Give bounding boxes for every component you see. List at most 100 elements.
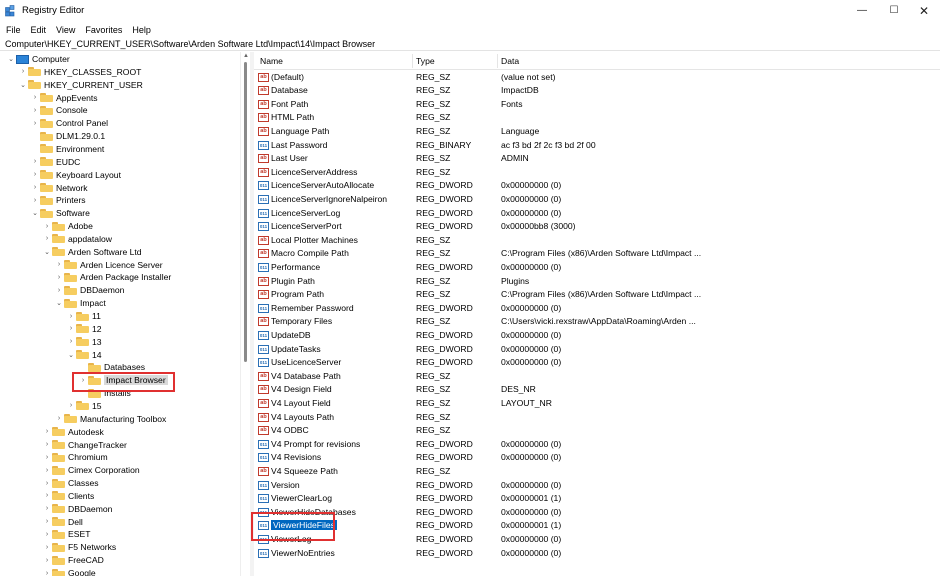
scroll-up-arrow-icon[interactable]: ▲	[243, 53, 249, 59]
menu-view[interactable]: View	[56, 25, 75, 35]
close-button[interactable]: ✕	[904, 0, 940, 22]
chevron-right-icon[interactable]: ›	[42, 505, 52, 512]
tree-node[interactable]: › DBDaemon	[54, 284, 125, 296]
tree-scrollbar-thumb[interactable]	[244, 62, 247, 362]
chevron-right-icon[interactable]: ›	[30, 184, 40, 191]
tree-node[interactable]: ⌄ HKEY_CURRENT_USER	[18, 79, 143, 91]
chevron-right-icon[interactable]: ›	[42, 454, 52, 461]
value-row[interactable]: ab V4 ODBC REG_SZ	[254, 424, 940, 438]
value-row[interactable]: ab Local Plotter Machines REG_SZ	[254, 234, 940, 248]
menu-edit[interactable]: Edit	[31, 25, 47, 35]
tree-node[interactable]: › Arden Licence Server	[54, 259, 163, 271]
value-row[interactable]: ab Plugin Path REG_SZ Plugins	[254, 275, 940, 289]
tree-node[interactable]: › ESET	[42, 528, 91, 540]
value-row[interactable]: 011 LicenceServerPort REG_DWORD 0x00000bb8 …	[254, 220, 940, 234]
value-row[interactable]: ab V4 Design Field REG_SZ DES_NR	[254, 383, 940, 397]
tree-node[interactable]: Environment	[30, 143, 104, 155]
value-row[interactable]: ab HTML Path REG_SZ	[254, 111, 940, 125]
value-row[interactable]: 011 V4 Prompt for revisions REG_DWORD 0x000…	[254, 438, 940, 452]
value-row[interactable]: ab V4 Database Path REG_SZ	[254, 370, 940, 384]
tree-node[interactable]: › Manufacturing Toolbox	[54, 413, 166, 425]
chevron-down-icon[interactable]: ⌄	[30, 209, 40, 217]
menu-help[interactable]: Help	[132, 25, 151, 35]
value-row[interactable]: 011 LicenceServerIgnoreNalpeiron REG_DWORD…	[254, 193, 940, 207]
value-row[interactable]: ab Program Path REG_SZ C:\Program Files (x8…	[254, 288, 940, 302]
tree-node[interactable]: › Arden Package Installer	[54, 271, 171, 283]
chevron-right-icon[interactable]: ›	[30, 197, 40, 204]
menu-favorites[interactable]: Favorites	[85, 25, 122, 35]
chevron-right-icon[interactable]: ›	[30, 120, 40, 127]
value-row[interactable]: 011 ViewerHideFiles REG_DWORD 0x00000001 (1…	[254, 519, 940, 533]
tree-node[interactable]: DLM1.29.0.1	[30, 130, 105, 142]
tree-node[interactable]: › Printers	[30, 194, 86, 206]
column-header-name[interactable]: Name	[260, 56, 283, 66]
column-divider[interactable]	[497, 54, 498, 68]
value-row[interactable]: ab Database REG_SZ ImpactDB	[254, 84, 940, 98]
tree-node[interactable]: ⌄ Computer	[6, 53, 70, 65]
chevron-right-icon[interactable]: ›	[30, 171, 40, 178]
chevron-right-icon[interactable]: ›	[66, 402, 76, 409]
value-row[interactable]: 011 Remember Password REG_DWORD 0x00000000 …	[254, 302, 940, 316]
value-row[interactable]: ab V4 Layout Field REG_SZ LAYOUT_NR	[254, 397, 940, 411]
chevron-down-icon[interactable]: ⌄	[42, 248, 52, 256]
tree-node[interactable]: › Classes	[42, 477, 99, 489]
tree-node[interactable]: › Keyboard Layout	[30, 169, 121, 181]
tree-node[interactable]: › Chromium	[42, 451, 108, 463]
value-row[interactable]: 011 LicenceServerLog REG_DWORD 0x00000000 (…	[254, 207, 940, 221]
chevron-right-icon[interactable]: ›	[30, 94, 40, 101]
tree-node[interactable]: › Dell	[42, 516, 83, 528]
chevron-right-icon[interactable]: ›	[42, 557, 52, 564]
value-row[interactable]: 011 Last Password REG_BINARY ac f3 bd 2f 2c…	[254, 139, 940, 153]
tree-node[interactable]: › ChangeTracker	[42, 439, 127, 451]
chevron-down-icon[interactable]: ⌄	[6, 55, 16, 63]
value-row[interactable]: 011 Performance REG_DWORD 0x00000000 (0)	[254, 261, 940, 275]
column-divider[interactable]	[412, 54, 413, 68]
value-row[interactable]: ab Last User REG_SZ ADMIN	[254, 152, 940, 166]
tree-node[interactable]: › Control Panel	[30, 117, 108, 129]
chevron-right-icon[interactable]: ›	[30, 158, 40, 165]
value-row[interactable]: ab Macro Compile Path REG_SZ C:\Program Fil…	[254, 247, 940, 261]
chevron-down-icon[interactable]: ⌄	[54, 299, 64, 307]
tree-node[interactable]: › HKEY_CLASSES_ROOT	[18, 66, 142, 78]
chevron-right-icon[interactable]: ›	[54, 261, 64, 268]
tree-node[interactable]: › 15	[66, 400, 102, 412]
tree-node[interactable]: › Network	[30, 182, 88, 194]
chevron-right-icon[interactable]: ›	[54, 274, 64, 281]
value-row[interactable]: 011 V4 Revisions REG_DWORD 0x00000000 (0)	[254, 451, 940, 465]
tree-node[interactable]: › Cimex Corporation	[42, 464, 140, 476]
chevron-down-icon[interactable]: ⌄	[18, 81, 28, 89]
value-row[interactable]: 011 UpdateTasks REG_DWORD 0x00000000 (0)	[254, 343, 940, 357]
tree-node[interactable]: › AppEvents	[30, 92, 98, 104]
column-header-type[interactable]: Type	[416, 56, 435, 66]
tree-node[interactable]: › 11	[66, 310, 101, 322]
menu-file[interactable]: File	[6, 25, 21, 35]
tree-node[interactable]: › Console	[30, 104, 88, 116]
value-row[interactable]: 011 UpdateDB REG_DWORD 0x00000000 (0)	[254, 329, 940, 343]
chevron-right-icon[interactable]: ›	[54, 287, 64, 294]
chevron-down-icon[interactable]: ⌄	[66, 351, 76, 359]
chevron-right-icon[interactable]: ›	[42, 544, 52, 551]
tree-node[interactable]: ⌄ Arden Software Ltd	[42, 246, 142, 258]
tree-node[interactable]: › Clients	[42, 490, 94, 502]
value-row[interactable]: 011 ViewerClearLog REG_DWORD 0x00000001 (1)	[254, 492, 940, 506]
value-row[interactable]: ab Language Path REG_SZ Language	[254, 125, 940, 139]
chevron-right-icon[interactable]: ›	[42, 441, 52, 448]
chevron-right-icon[interactable]: ›	[66, 313, 76, 320]
value-row[interactable]: ab (Default) REG_SZ (value not set)	[254, 71, 940, 85]
value-row[interactable]: 011 ViewerLog REG_DWORD 0x00000000 (0)	[254, 533, 940, 547]
tree-node[interactable]: › appdatalow	[42, 233, 112, 245]
value-row[interactable]: ab Font Path REG_SZ Fonts	[254, 98, 940, 112]
value-row[interactable]: ab V4 Squeeze Path REG_SZ	[254, 465, 940, 479]
chevron-right-icon[interactable]: ›	[42, 235, 52, 242]
tree-node[interactable]: › Google	[42, 567, 96, 576]
tree-node[interactable]: › Adobe	[42, 220, 93, 232]
value-row[interactable]: 011 LicenceServerAutoAllocate REG_DWORD 0x0…	[254, 179, 940, 193]
tree-node[interactable]: ⌄ Impact	[54, 297, 106, 309]
chevron-right-icon[interactable]: ›	[42, 223, 52, 230]
chevron-right-icon[interactable]: ›	[42, 467, 52, 474]
chevron-right-icon[interactable]: ›	[42, 428, 52, 435]
value-row[interactable]: 011 UseLicenceServer REG_DWORD 0x00000000 (…	[254, 356, 940, 370]
value-row[interactable]: 011 ViewerNoEntries REG_DWORD 0x00000000 (0…	[254, 547, 940, 561]
tree-node[interactable]: ⌄ Software	[30, 207, 90, 219]
value-row[interactable]: 011 ViewerHideDatabases REG_DWORD 0x0000000…	[254, 506, 940, 520]
